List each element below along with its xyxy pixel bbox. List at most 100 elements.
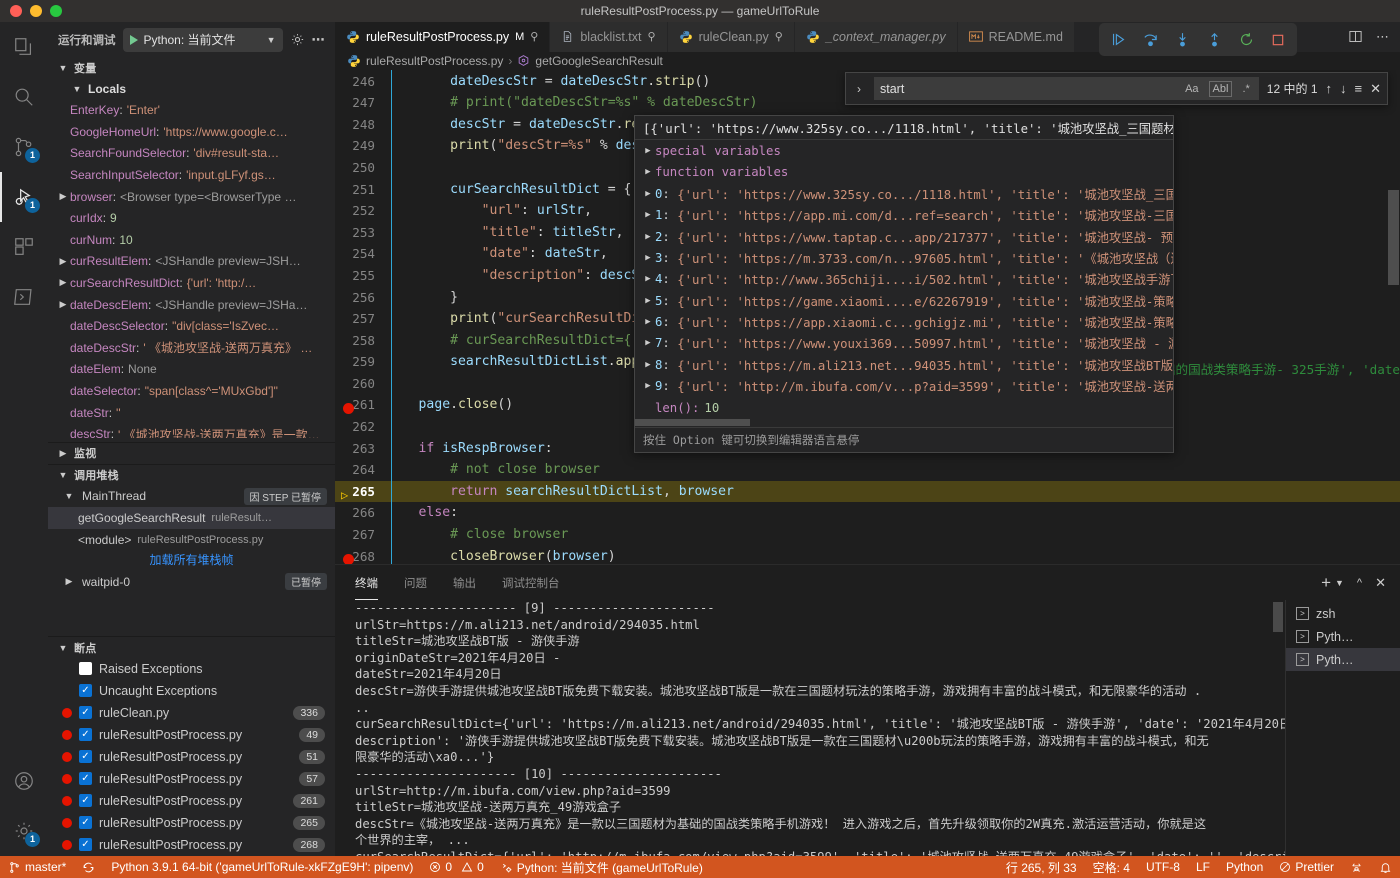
breakpoint-checkbox[interactable]: ✓ — [79, 794, 92, 808]
activity-extensions[interactable] — [0, 222, 48, 272]
editor-tab[interactable]: ruleClean.py ⚲ — [667, 22, 795, 52]
debug-config-select[interactable]: Python: 当前文件 ▼ — [122, 27, 283, 52]
chevron-down-icon[interactable]: ▼ — [267, 35, 276, 45]
line-number-gutter[interactable]: 267 — [335, 527, 387, 542]
chevron-right-icon[interactable]: ▶ — [56, 256, 70, 267]
line-number-gutter[interactable]: 258 — [335, 333, 387, 348]
match-whole-word-icon[interactable]: Abl — [1208, 80, 1233, 97]
line-number-gutter[interactable]: 248 — [335, 117, 387, 132]
activity-search[interactable] — [0, 72, 48, 122]
chevron-right-icon[interactable]: ▶ — [641, 232, 655, 242]
chevron-right-icon[interactable]: ▶ — [641, 338, 655, 348]
chevron-right-icon[interactable]: ▶ — [641, 146, 655, 156]
chevron-right-icon[interactable]: ▶ — [641, 360, 655, 370]
breakpoint-row[interactable]: ✓ ruleClean.py 336 — [48, 702, 335, 724]
variable-row[interactable]: dateDescSelector: "div[class='IsZvec… — [48, 315, 335, 337]
chevron-right-icon[interactable]: ▶ — [56, 277, 70, 288]
breakpoint-checkbox[interactable]: ✓ — [79, 684, 92, 698]
variable-row[interactable]: EnterKey: 'Enter' — [48, 99, 335, 121]
editor-tab[interactable]: README.md — [957, 22, 1075, 52]
variable-row[interactable]: SearchFoundSelector:'div#result-sta… — [48, 143, 335, 165]
panel-tab[interactable]: 问题 — [404, 565, 427, 600]
status-debug-target[interactable]: Python: 当前文件 (gameUrlToRule) — [492, 856, 711, 878]
breakpoint-row[interactable]: ✓ ruleResultPostProcess.py 265 — [48, 812, 335, 834]
activity-explorer[interactable] — [0, 22, 48, 72]
line-number-gutter[interactable]: 246 — [335, 74, 387, 89]
status-remote[interactable] — [1342, 856, 1371, 878]
hover-variable-row[interactable]: ▶ 6: {'url': 'https://app.xiaomi.c...gchi… — [635, 311, 1173, 332]
scrollbar-thumb[interactable] — [1388, 190, 1399, 286]
editor-tab[interactable]: _context_manager.py — [794, 22, 958, 52]
activity-terminal[interactable] — [0, 272, 48, 322]
chevron-right-icon[interactable]: ▶ — [641, 167, 655, 177]
line-number-gutter[interactable]: 259 — [335, 354, 387, 369]
hover-variable-row[interactable]: ▶ 1: {'url': 'https://app.mi.com/d...ref=… — [635, 204, 1173, 225]
maximize-panel-icon[interactable]: ^ — [1357, 577, 1362, 589]
variable-row[interactable]: GoogleHomeUrl:'https://www.google.c… — [48, 121, 335, 143]
locals-scope-header[interactable]: ▼ Locals — [48, 79, 335, 100]
line-number-gutter[interactable]: 253 — [335, 225, 387, 240]
panel-tab[interactable]: 调试控制台 — [502, 565, 560, 600]
chevron-right-icon[interactable]: ▶ — [641, 381, 655, 391]
line-number-gutter[interactable]: 254 — [335, 246, 387, 261]
callstack-row[interactable]: getGoogleSearchResult ruleResult… — [48, 507, 335, 530]
chevron-right-icon[interactable]: ▶ — [641, 189, 655, 199]
breakpoint-row[interactable]: ✓ ruleResultPostProcess.py 261 — [48, 790, 335, 812]
find-previous-icon[interactable]: ↑ — [1326, 81, 1333, 96]
breakpoint-checkbox[interactable]: ✓ — [79, 838, 92, 852]
line-number-gutter[interactable]: 252 — [335, 203, 387, 218]
line-number-gutter[interactable]: 251 — [335, 182, 387, 197]
stop-icon[interactable] — [1270, 32, 1286, 48]
hover-variable-row[interactable]: ▶ 0: {'url': 'https://www.325sy.co.../111… — [635, 183, 1173, 204]
variable-row[interactable]: dateSelector: "span[class^='MUxGbd']" — [48, 380, 335, 402]
breakpoint-row[interactable]: ✓ ruleResultPostProcess.py 268 — [48, 834, 335, 856]
debug-more-actions-icon[interactable]: ⋯ — [312, 32, 325, 48]
callstack-row[interactable]: <module> ruleResultPostProcess.py — [48, 529, 335, 551]
variable-row[interactable]: ▶ curSearchResultDict: {'url': 'http:/… — [48, 272, 335, 294]
chevron-right-icon[interactable]: ▶ — [641, 296, 655, 306]
code-line[interactable]: ▷ 265 return searchResultDictList, browse… — [335, 480, 1400, 503]
callstack-row[interactable]: ▼ MainThread 因 STEP 已暂停 — [48, 485, 335, 507]
line-number-gutter[interactable]: 255 — [335, 268, 387, 283]
breakpoint-row[interactable]: Raised Exceptions — [48, 658, 335, 680]
status-notifications[interactable] — [1371, 856, 1400, 878]
step-into-icon[interactable] — [1174, 31, 1191, 48]
line-number-gutter[interactable]: 263 — [335, 441, 387, 456]
close-panel-icon[interactable]: ✕ — [1375, 575, 1386, 591]
watch-section-header[interactable]: ▶ 监视 — [48, 442, 335, 464]
editor-scrollbar[interactable] — [1386, 70, 1400, 564]
breadcrumb-symbol[interactable]: getGoogleSearchResult — [535, 54, 662, 68]
breakpoint-dot-icon[interactable] — [343, 402, 354, 414]
code-line[interactable]: 267 # close browser — [335, 524, 1400, 546]
hover-variable-row[interactable]: ▶ 5: {'url': 'https://game.xiaomi....e/62… — [635, 290, 1173, 311]
breakpoints-section-header[interactable]: ▼ 断点 — [48, 636, 335, 658]
variable-row[interactable]: ▶ dateDescElem: <JSHandle preview=JSHa… — [48, 294, 335, 316]
hover-variable-row[interactable]: ▶ 3: {'url': 'https://m.3733.com/n...9760… — [635, 247, 1173, 268]
toggle-replace-icon[interactable]: › — [852, 82, 866, 96]
variable-row[interactable]: SearchInputSelector:'input.gLFyf.gs… — [48, 164, 335, 186]
line-number-gutter[interactable]: 268 — [335, 549, 387, 564]
terminal-instance[interactable]: > zsh — [1286, 602, 1400, 625]
hover-variable-row[interactable]: ▶ 9: {'url': 'http://m.ibufa.com/v...p?ai… — [635, 376, 1173, 397]
line-number-gutter[interactable]: 247 — [335, 95, 387, 110]
variable-row[interactable]: curIdx:9 — [48, 207, 335, 229]
breakpoint-row[interactable]: ✓ ruleResultPostProcess.py 57 — [48, 768, 335, 790]
hover-horizontal-scrollbar[interactable] — [635, 418, 1173, 427]
hover-variable-row[interactable]: ▶ 4: {'url': 'http://www.365chiji....i/50… — [635, 269, 1173, 290]
status-language-mode[interactable]: Python — [1218, 856, 1271, 878]
pin-icon[interactable]: ⚲ — [775, 30, 783, 43]
status-eol[interactable]: LF — [1188, 856, 1218, 878]
code-line[interactable]: 268 closeBrowser(browser) — [335, 545, 1400, 564]
breakpoint-checkbox[interactable]: ✓ — [79, 750, 92, 764]
line-number-gutter[interactable]: 250 — [335, 160, 387, 175]
line-number-gutter[interactable]: 262 — [335, 419, 387, 434]
find-in-selection-icon[interactable]: ≡ — [1355, 81, 1363, 96]
close-find-icon[interactable]: ✕ — [1370, 81, 1381, 97]
use-regex-icon[interactable]: .* — [1239, 82, 1252, 96]
breakpoint-checkbox[interactable] — [79, 662, 92, 676]
callstack-thread-waitpid[interactable]: ▶ waitpid-0 已暂停 — [48, 571, 335, 593]
pin-icon[interactable]: ⚲ — [648, 30, 656, 43]
line-number-gutter[interactable]: 256 — [335, 290, 387, 305]
debug-settings-gear-icon[interactable] — [290, 32, 305, 47]
line-number-gutter[interactable]: 261 — [335, 397, 387, 414]
